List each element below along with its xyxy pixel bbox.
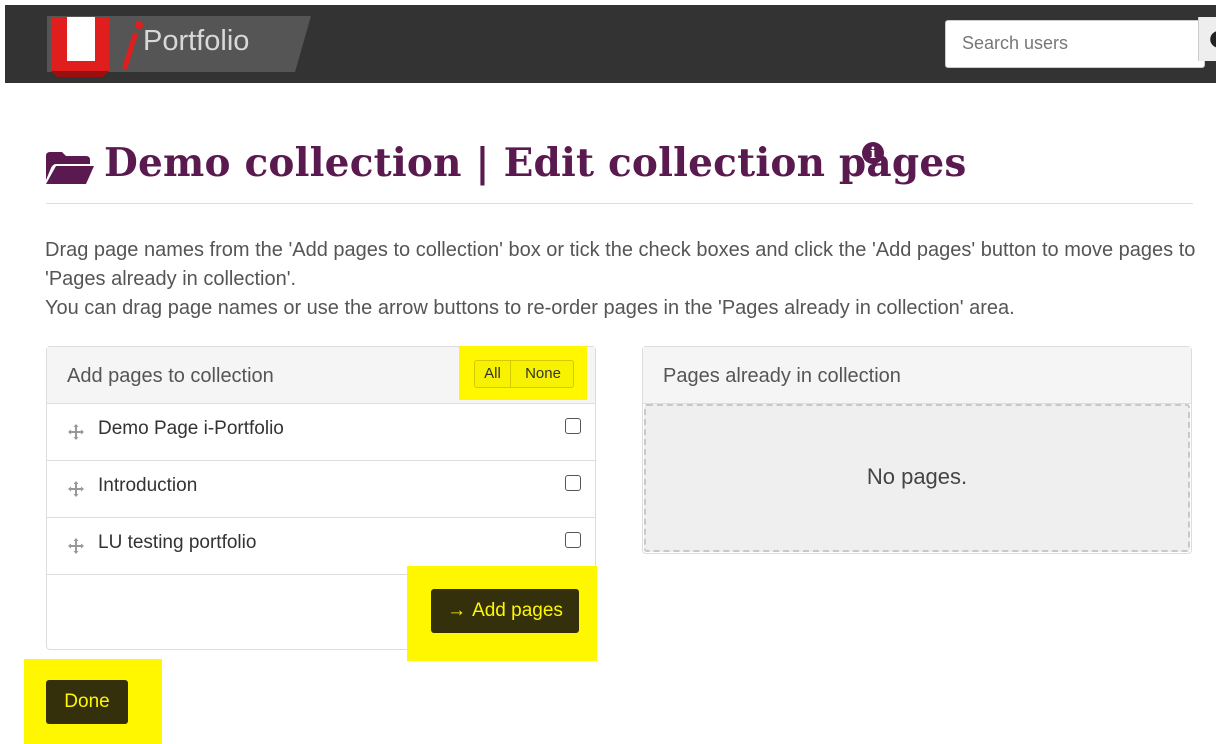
page-item-label: LU testing portfolio	[98, 532, 257, 553]
page-item-label: Demo Page i-Portfolio	[98, 418, 284, 439]
drag-move-icon[interactable]	[67, 423, 85, 441]
collection-panel-header: Pages already in collection	[643, 347, 1191, 404]
add-pages-panel-title: Add pages to collection	[67, 365, 274, 387]
instruction-line: You can drag page names or use the arrow…	[45, 297, 1015, 319]
instruction-line: Drag page names from the 'Add pages to c…	[45, 239, 1196, 290]
logo-u-mark-icon	[51, 17, 109, 77]
page-select-checkbox[interactable]	[565, 418, 581, 434]
empty-collection-text: No pages.	[866, 464, 968, 489]
search-users-input[interactable]: Search users	[945, 20, 1205, 68]
add-pages-label: Add pages	[472, 600, 563, 621]
logo-text: Portfolio	[143, 25, 250, 57]
page-title: Demo collection | Edit collection pages	[104, 140, 967, 186]
folder-open-icon	[46, 152, 94, 184]
page-select-checkbox[interactable]	[565, 532, 581, 548]
page-list-item[interactable]: Introduction	[47, 461, 595, 518]
done-button[interactable]: Done	[46, 680, 128, 724]
drag-move-icon[interactable]	[67, 537, 85, 555]
instructions-text: Drag page names from the 'Add pages to c…	[45, 236, 1205, 323]
site-logo[interactable]: Portfolio	[47, 13, 311, 77]
page-item-label: Introduction	[98, 475, 198, 496]
page-list-item[interactable]: Demo Page i-Portfolio	[47, 404, 595, 461]
page-select-checkbox[interactable]	[565, 475, 581, 491]
info-icon[interactable]: i	[862, 142, 884, 164]
arrow-right-icon: →	[447, 600, 467, 621]
select-all-none-group: All None	[474, 360, 574, 388]
search-icon: ●	[1209, 26, 1216, 51]
select-none-button[interactable]: None	[512, 361, 573, 387]
collection-pages-panel: Pages already in collection No pages.	[642, 346, 1192, 554]
collection-drop-zone[interactable]: No pages.	[644, 404, 1190, 552]
drag-move-icon[interactable]	[67, 480, 85, 498]
title-divider	[46, 203, 1193, 204]
select-all-button[interactable]: All	[475, 361, 511, 387]
collection-panel-title: Pages already in collection	[663, 365, 901, 387]
add-pages-button[interactable]: → Add pages	[431, 589, 579, 633]
top-navbar: Portfolio Search users	[5, 5, 1216, 83]
search-button[interactable]: ●	[1198, 17, 1216, 61]
